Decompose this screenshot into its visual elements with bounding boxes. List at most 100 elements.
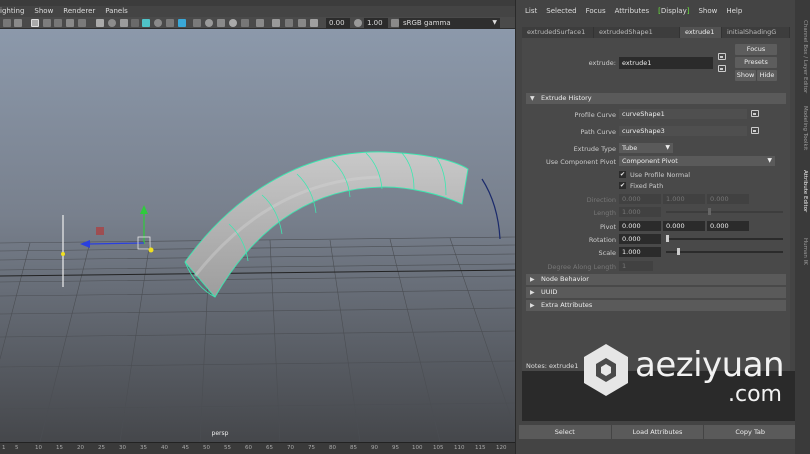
time-tick: 105 <box>433 445 444 451</box>
anti-alias-icon[interactable] <box>193 19 201 27</box>
shadows-icon[interactable] <box>154 19 162 27</box>
hide-button[interactable]: Hide <box>757 70 777 81</box>
section-node-behavior[interactable]: ▶ Node Behavior <box>526 274 786 285</box>
profile-curve-label: Profile Curve <box>574 111 616 119</box>
direction-x-field[interactable]: 0.000 <box>619 194 661 204</box>
tab-extrude[interactable]: extrude1 <box>680 27 722 38</box>
camera-icon[interactable] <box>3 19 11 27</box>
component-pivot-dropdown[interactable]: Component Pivot ▼ <box>619 156 775 166</box>
degree-along-length-field[interactable]: 1 <box>619 261 653 271</box>
section-extrude-history[interactable]: ▼ Extrude History <box>526 93 786 104</box>
pivot-z-field[interactable]: 0.000 <box>707 221 749 231</box>
use-profile-normal-checkbox[interactable]: ✔ <box>619 171 626 178</box>
menu-panels[interactable]: Panels <box>105 6 128 17</box>
time-slider[interactable]: 1 5 10 15 20 25 30 35 40 45 50 55 60 65 … <box>0 442 515 454</box>
bookmark-icon[interactable] <box>272 19 280 27</box>
side-tab-attribute-editor[interactable]: Attribute Editor <box>797 170 808 234</box>
section-title: Extra Attributes <box>541 301 593 309</box>
go-to-connection-icon[interactable] <box>751 127 759 134</box>
color-space-dropdown[interactable]: sRGB gamma ▼ <box>399 18 500 28</box>
xray-joints-icon[interactable] <box>241 19 249 27</box>
gamma-icon[interactable] <box>354 19 362 27</box>
expanded-triangle-icon: ▼ <box>530 95 535 102</box>
scale-slider-handle[interactable] <box>677 248 681 255</box>
menu-show[interactable]: Show <box>698 6 717 18</box>
time-tick: 10 <box>35 445 42 451</box>
field-chart-icon[interactable] <box>78 19 86 27</box>
exposure-field[interactable]: 0.00 <box>326 18 350 28</box>
backface-culling-icon[interactable] <box>256 19 264 27</box>
color-management-icon[interactable] <box>391 19 399 27</box>
menu-focus[interactable]: Focus <box>586 6 606 18</box>
show-button[interactable]: Show <box>735 70 756 81</box>
section-uuid[interactable]: ▶ UUID <box>526 287 786 298</box>
direction-z-field[interactable]: 0.000 <box>707 194 749 204</box>
side-tab-human-ik[interactable]: Human IK <box>797 238 808 278</box>
collapsed-triangle-icon: ▶ <box>530 276 535 283</box>
length-slider[interactable] <box>666 211 783 213</box>
viewport-scene[interactable] <box>0 29 515 442</box>
image-plane-icon[interactable] <box>14 19 22 27</box>
viewport-panel[interactable]: ighting Show Renderer Panels 0.00 1.00 s… <box>0 0 515 454</box>
time-tick: 50 <box>203 445 210 451</box>
go-to-input-icon[interactable] <box>718 53 726 60</box>
motion-blur-icon[interactable] <box>178 19 186 27</box>
scale-field[interactable]: 1.000 <box>619 247 661 257</box>
menu-attributes[interactable]: Attributes <box>615 6 650 18</box>
menu-show[interactable]: Show <box>34 6 53 17</box>
grid-icon[interactable] <box>31 19 39 27</box>
exposure-icon[interactable] <box>310 19 318 27</box>
wireframe-on-shaded-icon[interactable] <box>120 19 128 27</box>
section-extra-attributes[interactable]: ▶ Extra Attributes <box>526 300 786 311</box>
fixed-path-checkbox[interactable]: ✔ <box>619 182 626 189</box>
direction-y-field[interactable]: 1.000 <box>663 194 705 204</box>
path-curve-field[interactable]: curveShape3 <box>619 126 747 136</box>
pivot-x-field[interactable]: 0.000 <box>619 221 661 231</box>
lighting-icon[interactable] <box>142 19 150 27</box>
node-name-field[interactable]: extrude1 <box>619 57 713 69</box>
load-attributes-button[interactable]: Load Attributes <box>611 425 704 439</box>
copy-tab-button[interactable]: Copy Tab <box>704 425 797 439</box>
scale-slider[interactable] <box>666 251 783 253</box>
side-tab-modeling-toolkit[interactable]: Modeling Toolkit <box>797 106 808 166</box>
wireframe-icon[interactable] <box>96 19 104 27</box>
gate-mask-icon[interactable] <box>298 19 306 27</box>
two-d-pan-icon[interactable] <box>285 19 293 27</box>
xray-icon[interactable] <box>229 19 237 27</box>
depth-of-field-icon[interactable] <box>205 19 213 27</box>
resolution-gate-icon[interactable] <box>54 19 62 27</box>
time-tick: 65 <box>266 445 273 451</box>
go-to-output-icon[interactable] <box>718 65 726 72</box>
tab-extruded-shape[interactable]: extrudedShape1 <box>594 27 680 38</box>
rotation-field[interactable]: 0.000 <box>619 234 661 244</box>
use-component-pivot-label: Use Component Pivot <box>546 158 616 166</box>
presets-button[interactable]: Presets <box>735 57 777 68</box>
tab-initial-shading-group[interactable]: initialShadingG <box>722 27 790 38</box>
ambient-occlusion-icon[interactable] <box>166 19 174 27</box>
side-tab-channel-box[interactable]: Channel Box / Layer Editor <box>797 20 808 105</box>
focus-button[interactable]: Focus <box>735 44 777 55</box>
rotation-slider[interactable] <box>666 238 783 240</box>
textured-icon[interactable] <box>131 19 139 27</box>
length-field[interactable]: 1.000 <box>619 207 661 217</box>
time-tick: 115 <box>475 445 486 451</box>
menu-lighting[interactable]: ighting <box>0 6 24 17</box>
menu-help[interactable]: Help <box>726 6 742 18</box>
safe-action-icon[interactable] <box>66 19 74 27</box>
select-button[interactable]: Select <box>519 425 611 439</box>
menu-display[interactable]: [Display] <box>658 6 689 18</box>
go-to-connection-icon[interactable] <box>751 110 759 117</box>
isolate-select-icon[interactable] <box>217 19 225 27</box>
pivot-y-field[interactable]: 0.000 <box>663 221 705 231</box>
profile-curve-field[interactable]: curveShape1 <box>619 109 747 119</box>
gamma-field[interactable]: 1.00 <box>364 18 388 28</box>
menu-selected[interactable]: Selected <box>546 6 576 18</box>
length-slider-handle[interactable] <box>708 208 712 215</box>
menu-list[interactable]: List <box>525 6 537 18</box>
extrude-type-dropdown[interactable]: Tube ▼ <box>619 143 673 153</box>
rotation-slider-handle[interactable] <box>666 235 669 242</box>
menu-renderer[interactable]: Renderer <box>63 6 95 17</box>
film-gate-icon[interactable] <box>43 19 51 27</box>
smooth-shade-icon[interactable] <box>108 19 116 27</box>
tab-extruded-surface[interactable]: extrudedSurface1 <box>522 27 594 38</box>
